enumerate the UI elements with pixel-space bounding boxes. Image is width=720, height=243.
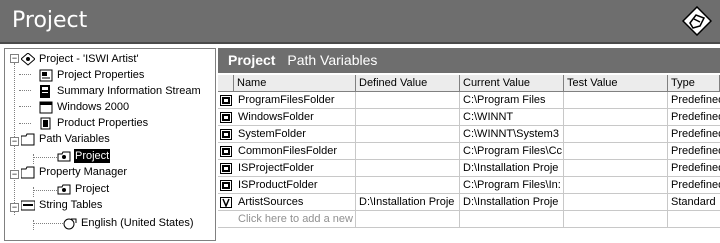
cell-current-value: C:\Program Files [460,92,564,109]
properties-icon [39,69,53,81]
tree-item-product-properties[interactable]: Product Properties [39,115,149,131]
cell-current-value: D:\Installation Proje [460,194,564,211]
cell-current-value: C:\WINNT\System3 [460,126,564,143]
column-header-defined-value[interactable]: Defined Value [356,75,460,92]
tree-item-summary-information[interactable]: Summary Information Stream [39,83,202,99]
cell-defined-value[interactable] [356,160,460,177]
tree-item-project-root[interactable]: Project - 'ISWI Artist' [21,51,140,67]
cell-type: Predefined [671,145,720,157]
table-row[interactable]: SystemFolder C:\WINNT\System3 Predefined [218,126,720,143]
project-icon [21,52,35,66]
view-header-title: Project [228,52,276,68]
cell-defined-value[interactable] [356,143,460,160]
table-row[interactable]: ArtistSources D:\Installation Proje D:\I… [218,194,720,211]
cell-name[interactable]: ProgramFilesFolder [218,92,356,109]
tree-collapse-string-tables-icon[interactable]: − [10,203,19,212]
column-header-icon [218,75,234,92]
grid-header-row: Name Defined Value Current Value Test Va… [218,75,720,92]
cell-current-value: C:\WINNT [460,109,564,126]
cell-test-value[interactable] [564,194,668,211]
add-new-row-placeholder[interactable]: Click here to add a new [218,211,356,228]
installshield-logo-icon [682,6,712,36]
path-variables-view: Project Path Variables Name Defined Valu… [218,48,720,243]
abc-icon [21,200,35,210]
cell-test-value[interactable] [564,177,668,194]
cell-name[interactable]: ISProductFolder [218,177,356,194]
cell-current-value: D:\Installation Proje [460,160,564,177]
cell-test-value[interactable] [564,160,668,177]
cell-type: Predefined [671,179,720,191]
folder-icon [21,166,35,178]
summary-icon [40,84,50,98]
folder-icon [21,133,35,145]
view-header-subtitle: Path Variables [287,52,378,68]
cell-type: Predefined [671,128,720,140]
tree-collapse-path-variables-icon[interactable]: − [10,137,19,146]
cell-test-value[interactable] [564,109,668,126]
windows-icon [39,101,53,113]
table-row[interactable]: ProgramFilesFolder C:\Program Files Pred… [218,92,720,109]
table-row[interactable]: ISProjectFolder D:\Installation Proje Pr… [218,160,720,177]
add-new-row[interactable]: Click here to add a new [218,211,720,228]
column-header-current-value[interactable]: Current Value [460,75,564,92]
cell-type: Standard [671,196,716,208]
tree-collapse-root-icon[interactable]: − [10,54,19,63]
tree-item-project-properties[interactable]: Project Properties [39,67,145,83]
cell-current-value: C:\Program Files\Cc [460,143,564,160]
tree-item-property-manager[interactable]: Property Manager [21,164,128,180]
cell-defined-value[interactable]: D:\Installation Proje [356,194,460,211]
table-row[interactable]: CommonFilesFolder C:\Program Files\Cc Pr… [218,143,720,160]
cell-defined-value[interactable] [356,177,460,194]
column-header-test-value[interactable]: Test Value [564,75,668,92]
cell-type: Predefined [671,94,720,106]
cell-defined-value[interactable] [356,126,460,143]
cell-name[interactable]: WindowsFolder [218,109,356,126]
language-icon [63,218,77,229]
product-icon [40,117,51,129]
path-item-icon [57,151,71,161]
cell-name[interactable]: ISProjectFolder [218,160,356,177]
tree-item-path-variables[interactable]: Path Variables [21,131,111,147]
cell-test-value[interactable] [564,143,668,160]
cell-name[interactable]: CommonFilesFolder [218,143,356,160]
tree-item-property-manager-project[interactable]: Project [57,181,110,197]
tree-item-path-variables-project[interactable]: Project [57,148,111,164]
cell-current-value: C:\Program Files\In: [460,177,564,194]
path-item-icon [57,184,71,194]
cell-test-value[interactable] [564,126,668,143]
cell-name[interactable]: SystemFolder [218,126,356,143]
cell-defined-value[interactable] [356,109,460,126]
window-title: Project [12,8,88,33]
view-header: Project Path Variables [218,48,720,73]
project-tree[interactable]: − − − − Project - 'ISWI Artist' Project … [4,48,216,241]
cell-defined-value[interactable] [356,92,460,109]
tree-collapse-property-manager-icon[interactable]: − [10,170,19,179]
tree-item-english-united-states[interactable]: English (United States) [63,215,195,231]
cell-type: Predefined [671,111,720,123]
cell-type: Predefined [671,162,720,174]
column-header-name[interactable]: Name [234,75,356,92]
table-row[interactable]: WindowsFolder C:\WINNT Predefined [218,109,720,126]
tree-item-string-tables[interactable]: String Tables [21,197,103,213]
tree-item-windows-2000[interactable]: Windows 2000 [39,99,130,115]
table-row[interactable]: ISProductFolder C:\Program Files\In: Pre… [218,177,720,194]
cell-name[interactable]: ArtistSources [218,194,356,211]
cell-test-value[interactable] [564,92,668,109]
column-header-type[interactable]: Type [668,75,720,92]
title-bar: Project [0,0,720,44]
